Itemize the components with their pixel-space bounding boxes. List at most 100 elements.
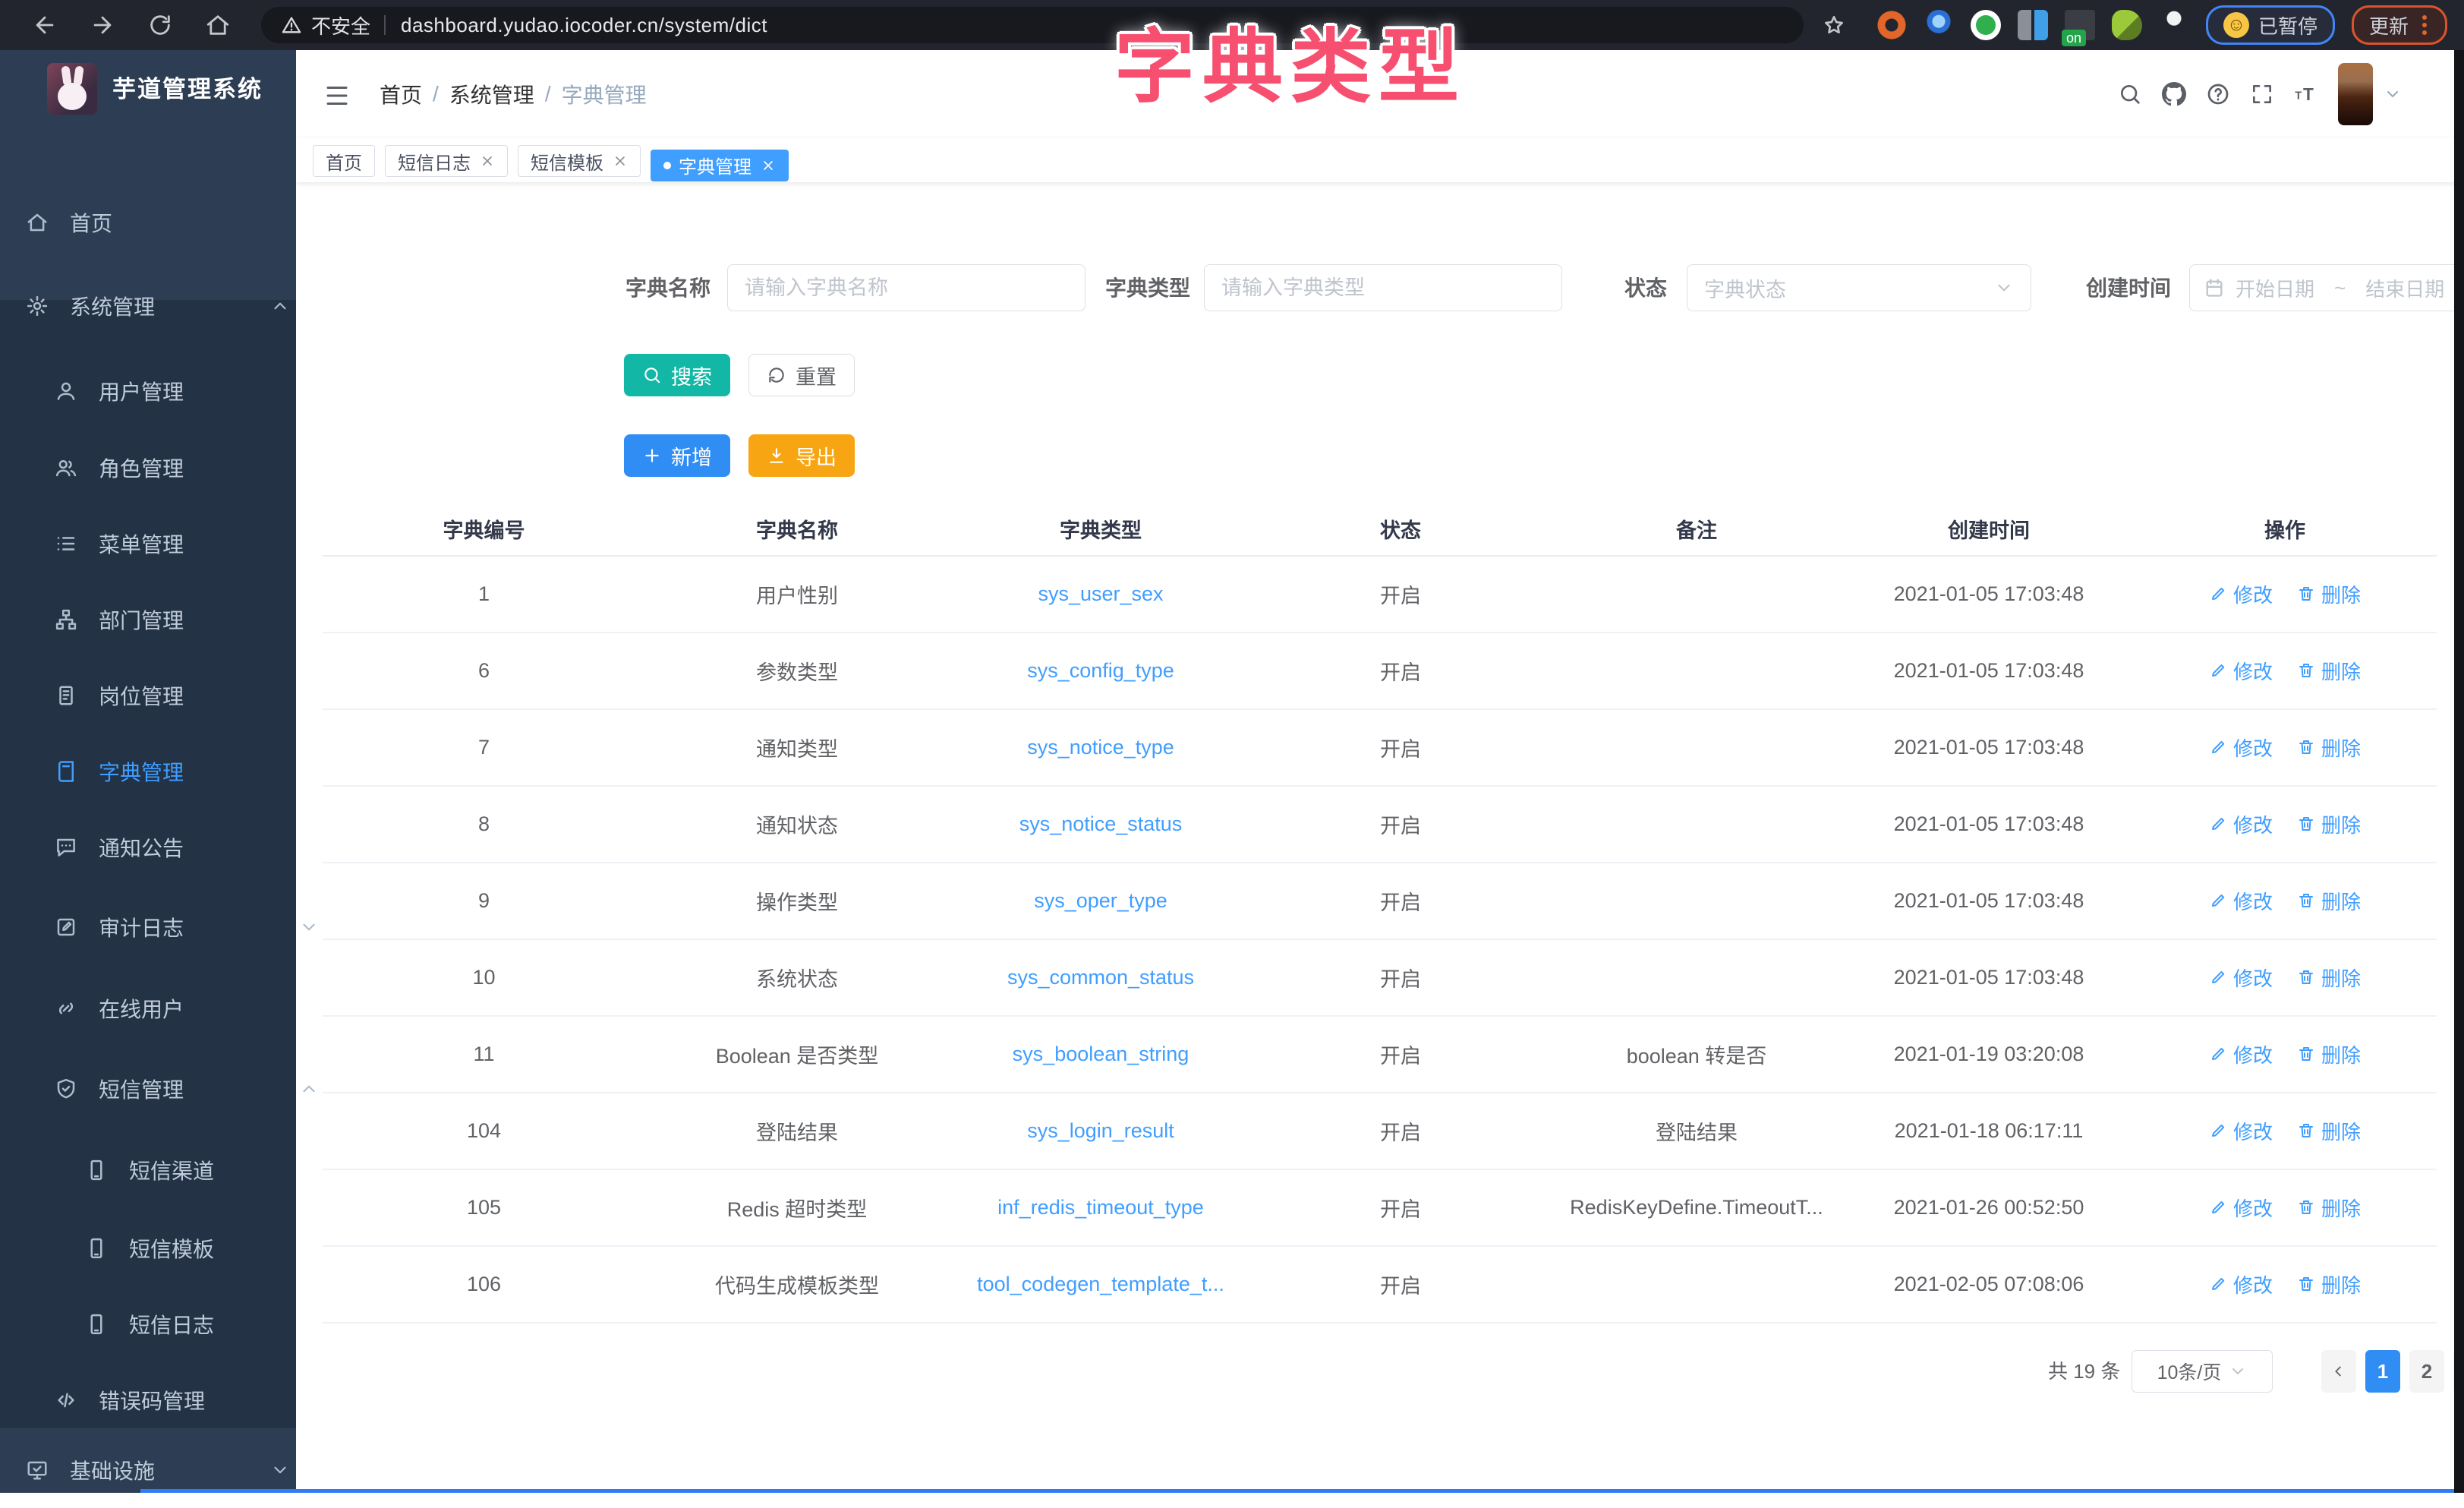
delete-link[interactable]: 删除 <box>2297 1117 2361 1145</box>
sidebar-item-phone-14[interactable]: 短信日志 <box>0 1286 381 1362</box>
browser-forward-icon[interactable] <box>90 12 115 38</box>
close-icon[interactable] <box>761 158 776 173</box>
browser-reload-icon[interactable] <box>147 12 173 38</box>
dict-type-link[interactable]: sys_common_status <box>1007 966 1194 989</box>
search-button-label: 搜索 <box>671 361 712 390</box>
dict-type-link[interactable]: sys_login_result <box>1027 1119 1174 1142</box>
extension-lamp-icon[interactable] <box>1924 10 1954 40</box>
extension-grid-icon[interactable] <box>2018 10 2048 40</box>
edit-link[interactable]: 修改 <box>2209 733 2273 762</box>
sidebar-item-users-3[interactable]: 角色管理 <box>0 430 351 506</box>
edit-link[interactable]: 修改 <box>2209 887 2273 915</box>
edit-link[interactable]: 修改 <box>2209 657 2273 685</box>
edit-link[interactable]: 修改 <box>2209 580 2273 608</box>
help-icon[interactable] <box>2206 82 2230 106</box>
sidebar-item-book-7[interactable]: 字典管理 <box>0 733 351 809</box>
extension-green-icon[interactable] <box>1971 10 2001 40</box>
hamburger-icon[interactable] <box>323 82 351 109</box>
sidebar-item-monitor-16[interactable]: 基础设施 <box>0 1432 322 1508</box>
sidebar-item-link-10[interactable]: 在线用户 <box>0 970 351 1046</box>
breadcrumb-item[interactable]: 系统管理 <box>449 79 534 109</box>
dict-type-input[interactable] <box>1204 264 1562 311</box>
sidebar-logo[interactable]: 芋道管理系统 <box>0 50 296 141</box>
browser-back-icon[interactable] <box>32 12 58 38</box>
sidebar-item-shield-11[interactable]: 短信管理 <box>0 1051 351 1127</box>
browser-menu-dots-icon[interactable] <box>2422 15 2427 20</box>
edit-link[interactable]: 修改 <box>2209 1270 2273 1298</box>
dict-type-link[interactable]: sys_user_sex <box>1038 582 1163 605</box>
edit-link[interactable]: 修改 <box>2209 1194 2273 1222</box>
edit-link[interactable]: 修改 <box>2209 964 2273 992</box>
avatar-caret-down-icon[interactable] <box>2384 85 2402 103</box>
sidebar-item-edit-log-9[interactable]: 审计日志 <box>0 889 351 965</box>
tab-短信模板[interactable]: 短信模板 <box>518 145 641 177</box>
edit-link[interactable]: 修改 <box>2209 810 2273 838</box>
dict-type-link[interactable]: inf_redis_timeout_type <box>997 1196 1204 1219</box>
dict-type-link[interactable]: sys_boolean_string <box>1013 1043 1189 1065</box>
sidebar-item-menu-list-4[interactable]: 菜单管理 <box>0 506 351 582</box>
extension-person-icon[interactable] <box>2159 10 2189 40</box>
pencil-icon <box>2209 815 2227 833</box>
extension-leaf-icon[interactable] <box>2112 10 2142 40</box>
dict-type-link[interactable]: sys_notice_status <box>1019 812 1183 835</box>
table-header-row: 字典编号字典名称字典类型状态备注创建时间操作 <box>323 502 2437 557</box>
address-bar[interactable]: 不安全 dashboard.yudao.iocoder.cn/system/di… <box>261 7 1804 43</box>
page-size-select[interactable]: 10条/页 <box>2132 1350 2273 1393</box>
delete-link[interactable]: 删除 <box>2297 1194 2361 1222</box>
edit-link[interactable]: 修改 <box>2209 1117 2273 1145</box>
search-button[interactable]: 搜索 <box>624 354 730 396</box>
dict-type-link[interactable]: sys_config_type <box>1027 659 1174 682</box>
delete-link[interactable]: 删除 <box>2297 887 2361 915</box>
github-icon[interactable] <box>2162 82 2186 106</box>
page-number-2[interactable]: 2 <box>2409 1350 2444 1393</box>
breadcrumb-item[interactable]: 首页 <box>380 79 422 109</box>
dict-name-input[interactable] <box>727 264 1085 311</box>
sidebar-item-phone-13[interactable]: 短信模板 <box>0 1210 381 1286</box>
sidebar-item-badge-6[interactable]: 岗位管理 <box>0 658 351 733</box>
delete-link[interactable]: 删除 <box>2297 964 2361 992</box>
create-time-range-picker[interactable]: 开始日期 ~ 结束日期 <box>2189 264 2464 311</box>
delete-link[interactable]: 删除 <box>2297 657 2361 685</box>
add-button[interactable]: 新增 <box>624 434 730 477</box>
chevron-down-icon <box>270 1460 290 1480</box>
close-icon[interactable] <box>613 153 628 169</box>
fullscreen-icon[interactable] <box>2250 82 2274 106</box>
extension-paused-pill[interactable]: ☺ 已暂停 <box>2206 5 2335 45</box>
browser-home-icon[interactable] <box>205 12 231 38</box>
delete-link[interactable]: 删除 <box>2297 810 2361 838</box>
dict-type-link[interactable]: tool_codegen_template_t... <box>977 1273 1224 1295</box>
edit-link[interactable]: 修改 <box>2209 1040 2273 1068</box>
export-button[interactable]: 导出 <box>748 434 855 477</box>
reset-button[interactable]: 重置 <box>748 354 855 396</box>
page-number-1[interactable]: 1 <box>2365 1350 2400 1393</box>
sidebar-item-chat-8[interactable]: 通知公告 <box>0 809 351 885</box>
font-size-icon[interactable]: TT <box>2294 82 2318 106</box>
delete-link[interactable]: 删除 <box>2297 1270 2361 1298</box>
tab-首页[interactable]: 首页 <box>313 145 375 177</box>
search-icon[interactable] <box>2118 82 2142 106</box>
sidebar-item-code-15[interactable]: 错误码管理 <box>0 1362 351 1438</box>
dict-type-link[interactable]: sys_notice_type <box>1027 736 1174 759</box>
sidebar-item-user-2[interactable]: 用户管理 <box>0 353 351 429</box>
extension-switch-icon[interactable]: on <box>2065 10 2095 40</box>
delete-link[interactable]: 删除 <box>2297 580 2361 608</box>
browser-update-button[interactable]: 更新 <box>2352 5 2447 45</box>
sidebar-item-org-tree-5[interactable]: 部门管理 <box>0 582 351 658</box>
delete-link[interactable]: 删除 <box>2297 733 2361 762</box>
tab-字典管理[interactable]: 字典管理 <box>651 150 789 181</box>
action-cell: 修改删除 <box>2133 1117 2437 1146</box>
dict-type-link[interactable]: sys_oper_type <box>1034 889 1167 912</box>
extension-orange-icon[interactable] <box>1876 10 1907 40</box>
bookmark-star-icon[interactable] <box>1822 13 1846 37</box>
prev-page-button[interactable] <box>2321 1350 2356 1393</box>
created-time-cell: 2021-01-26 00:52:50 <box>1845 1196 2133 1219</box>
user-avatar[interactable] <box>2338 63 2373 125</box>
close-icon[interactable] <box>480 153 495 169</box>
status-select[interactable]: 字典状态 <box>1687 264 2031 311</box>
window-bottom-highlight <box>140 1489 2454 1493</box>
sidebar-item-phone-12[interactable]: 短信渠道 <box>0 1132 381 1208</box>
delete-link[interactable]: 删除 <box>2297 1040 2361 1068</box>
sidebar-item-gear-1[interactable]: 系统管理 <box>0 268 322 344</box>
tab-短信日志[interactable]: 短信日志 <box>385 145 508 177</box>
sidebar-item-home-0[interactable]: 首页 <box>0 185 322 260</box>
